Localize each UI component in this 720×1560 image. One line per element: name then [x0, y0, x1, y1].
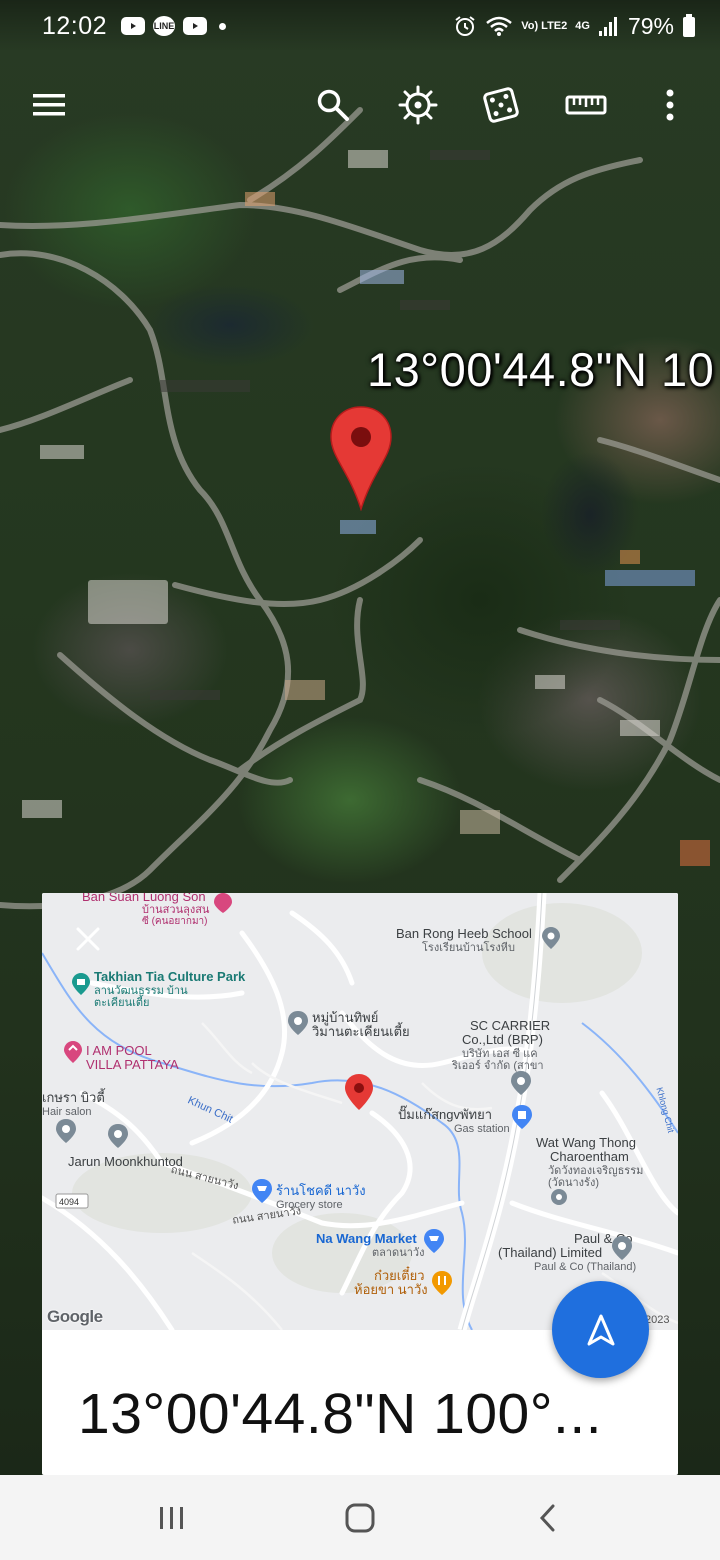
selected-location-pin-icon[interactable]	[344, 1073, 374, 1111]
market-pin-icon[interactable]	[424, 1229, 444, 1253]
map-label[interactable]: Ban Rong Heeb School	[396, 927, 532, 941]
place-pin-icon[interactable]	[288, 1011, 308, 1035]
system-status-icons: Vo) LTE2 4G 79%	[453, 13, 696, 40]
signal-icon	[598, 17, 617, 36]
clock: 12:02	[42, 11, 108, 40]
hotel-pin-icon[interactable]	[214, 893, 232, 913]
map-label[interactable]: หมู่บ้านทิพย์	[312, 1011, 378, 1025]
youtube-icon	[183, 17, 208, 35]
menu-icon	[33, 94, 65, 116]
system-navigation-bar	[0, 1475, 720, 1560]
feeling-lucky-dice-icon	[483, 87, 519, 123]
location-pin-icon[interactable]	[329, 405, 393, 511]
park-pin-icon[interactable]	[72, 973, 90, 995]
business-pin-icon[interactable]	[612, 1236, 632, 1260]
temple-icon[interactable]	[550, 1188, 568, 1206]
navigation-arrow-icon	[587, 1314, 614, 1345]
search-icon	[317, 89, 349, 121]
map-label: Charoentham	[550, 1149, 629, 1164]
map-label[interactable]: SC CARRIER	[470, 1019, 550, 1033]
map-label[interactable]: ปั๊มแก๊สngvพัทยา	[398, 1108, 492, 1122]
mini-map[interactable]: Ban Suan Luong Son บ้านสวนลุงสน ซี (คนอย…	[42, 893, 678, 1330]
recent-apps-button[interactable]	[152, 1503, 192, 1533]
map-label: โรงเรียนบ้านโรงหีบ	[422, 942, 515, 954]
map-label: (Thailand) Limited	[498, 1245, 603, 1260]
line-icon: LINE	[153, 16, 176, 36]
measure-ruler-icon	[565, 95, 607, 115]
map-label: ตลาดนาวัง	[372, 1247, 425, 1259]
coordinate-title: 13°00'44.8"N 100°...	[78, 1382, 603, 1446]
road-shield-label: 4094	[59, 1197, 80, 1207]
status-bar: 12:02 LINE Vo) LTE2 4G 79%	[0, 0, 720, 52]
map-label: VILLA PATTAYA	[86, 1057, 179, 1072]
voyager-button[interactable]	[393, 80, 443, 130]
map-label: Hair salon	[42, 1106, 92, 1118]
more-options-button[interactable]	[645, 80, 695, 130]
top-toolbar	[0, 72, 720, 132]
volte-indicator: Vo) LTE2	[521, 19, 568, 32]
map-label[interactable]: เกษรา บิวตี้	[42, 1091, 105, 1105]
more-notifications-icon	[219, 22, 227, 30]
map-label: ซี (คนอยากมา)	[142, 916, 208, 927]
notification-icons: LINE	[121, 16, 227, 36]
place-info-card[interactable]: Ban Suan Luong Son บ้านสวนลุงสน ซี (คนอย…	[42, 893, 678, 1475]
globe-coordinate-label: 13°00'44.8"N 10	[367, 343, 715, 396]
map-label: Co.,Ltd (BRP)	[462, 1032, 543, 1047]
map-label[interactable]: ร้านโชคดี นาวัง	[276, 1184, 366, 1198]
restaurant-pin-icon[interactable]	[432, 1271, 452, 1295]
map-label: ห้อยขา นาวัง	[354, 1282, 428, 1297]
alarm-icon	[455, 16, 475, 36]
voyager-wheel-icon	[398, 85, 438, 125]
network-type: 4G	[575, 20, 590, 32]
business-pin-icon[interactable]	[511, 1071, 531, 1095]
close-card-button[interactable]	[72, 923, 104, 955]
gas-station-pin-icon[interactable]	[512, 1105, 532, 1129]
wifi-icon	[486, 16, 513, 36]
map-label[interactable]: Jarun Moonkhuntod	[68, 1155, 183, 1169]
map-label: Gas station	[454, 1123, 510, 1135]
map-label: วิมานตะเคียนเตี้ย	[312, 1024, 410, 1039]
school-pin-icon[interactable]	[542, 927, 560, 949]
salon-pin-icon[interactable]	[56, 1119, 76, 1143]
map-label: Paul & Co (Thailand)	[534, 1261, 637, 1273]
menu-button[interactable]	[24, 80, 74, 130]
home-button[interactable]	[340, 1503, 380, 1533]
battery-percent: 79%	[627, 12, 674, 39]
map-label[interactable]: Na Wang Market	[316, 1232, 417, 1246]
back-icon	[539, 1504, 555, 1532]
villa-pin-icon[interactable]	[64, 1041, 82, 1063]
map-label[interactable]: Wat Wang Thong	[536, 1136, 636, 1150]
grocery-pin-icon[interactable]	[252, 1179, 272, 1203]
navigate-button[interactable]	[552, 1281, 649, 1378]
recent-apps-icon	[160, 1507, 183, 1529]
more-options-icon	[666, 89, 674, 121]
back-button[interactable]	[528, 1503, 568, 1533]
measure-button[interactable]	[561, 80, 611, 130]
google-logo: Google	[47, 1307, 103, 1326]
map-label[interactable]: ก๋วยเตี๋ยว	[374, 1269, 425, 1283]
map-label[interactable]: Takhian Tia Culture Park	[94, 970, 245, 984]
home-icon	[345, 1503, 375, 1533]
youtube-icon	[121, 17, 146, 35]
place-pin-icon[interactable]	[108, 1124, 128, 1148]
search-button[interactable]	[308, 80, 358, 130]
close-icon	[76, 927, 100, 951]
feeling-lucky-button[interactable]	[476, 80, 526, 130]
map-label[interactable]: I AM POOL	[86, 1044, 152, 1058]
map-label: ตะเคียนเตี้ย	[94, 997, 150, 1009]
battery-icon	[683, 14, 695, 37]
